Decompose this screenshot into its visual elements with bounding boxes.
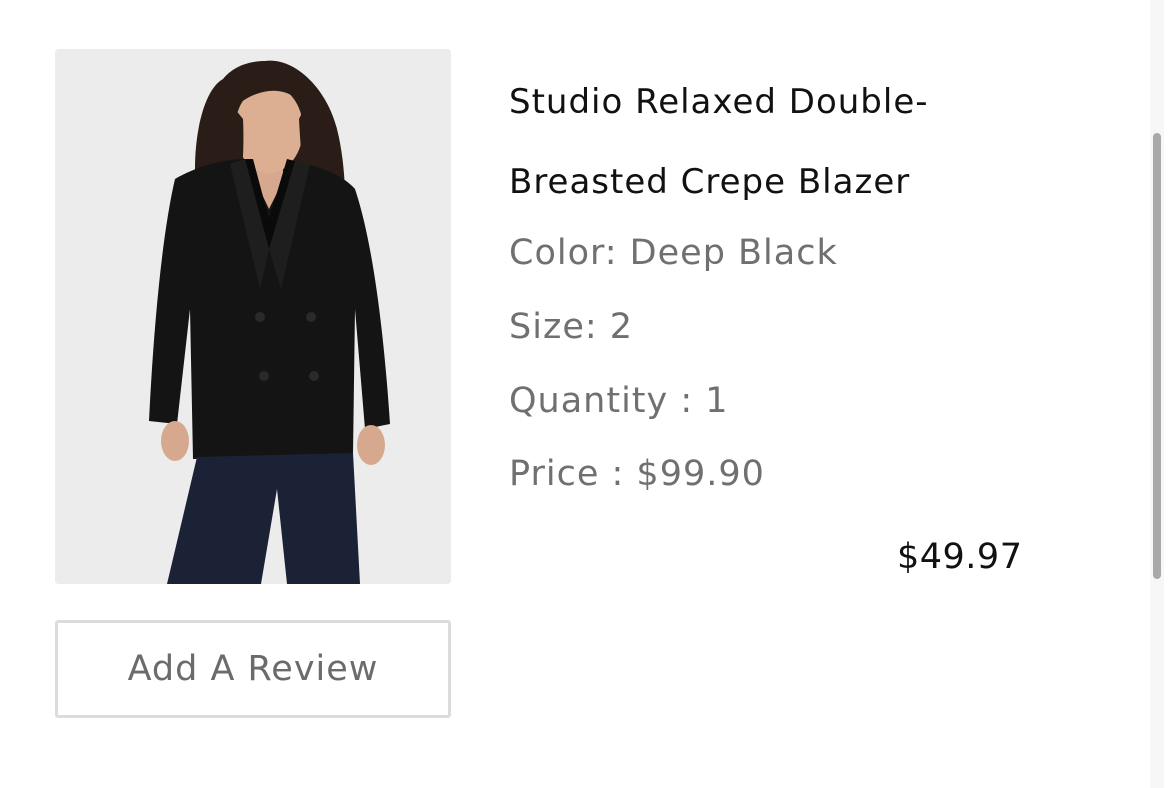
product-quantity: Quantity : 1	[509, 381, 729, 421]
product-title[interactable]: Studio Relaxed Double-Breasted Crepe Bla…	[509, 62, 1069, 222]
line-total-price: $49.97	[897, 537, 1023, 577]
product-price: Price : $99.90	[509, 454, 765, 494]
product-size: Size: 2	[509, 307, 634, 347]
order-item-card: Studio Relaxed Double-Breasted Crepe Bla…	[0, 0, 1170, 788]
scrollbar-thumb[interactable]	[1153, 133, 1161, 579]
product-color: Color: Deep Black	[509, 233, 838, 273]
add-review-button[interactable]: Add A Review	[55, 620, 451, 718]
product-image[interactable]	[55, 49, 451, 584]
model-wearing-blazer-illustration	[55, 49, 451, 584]
